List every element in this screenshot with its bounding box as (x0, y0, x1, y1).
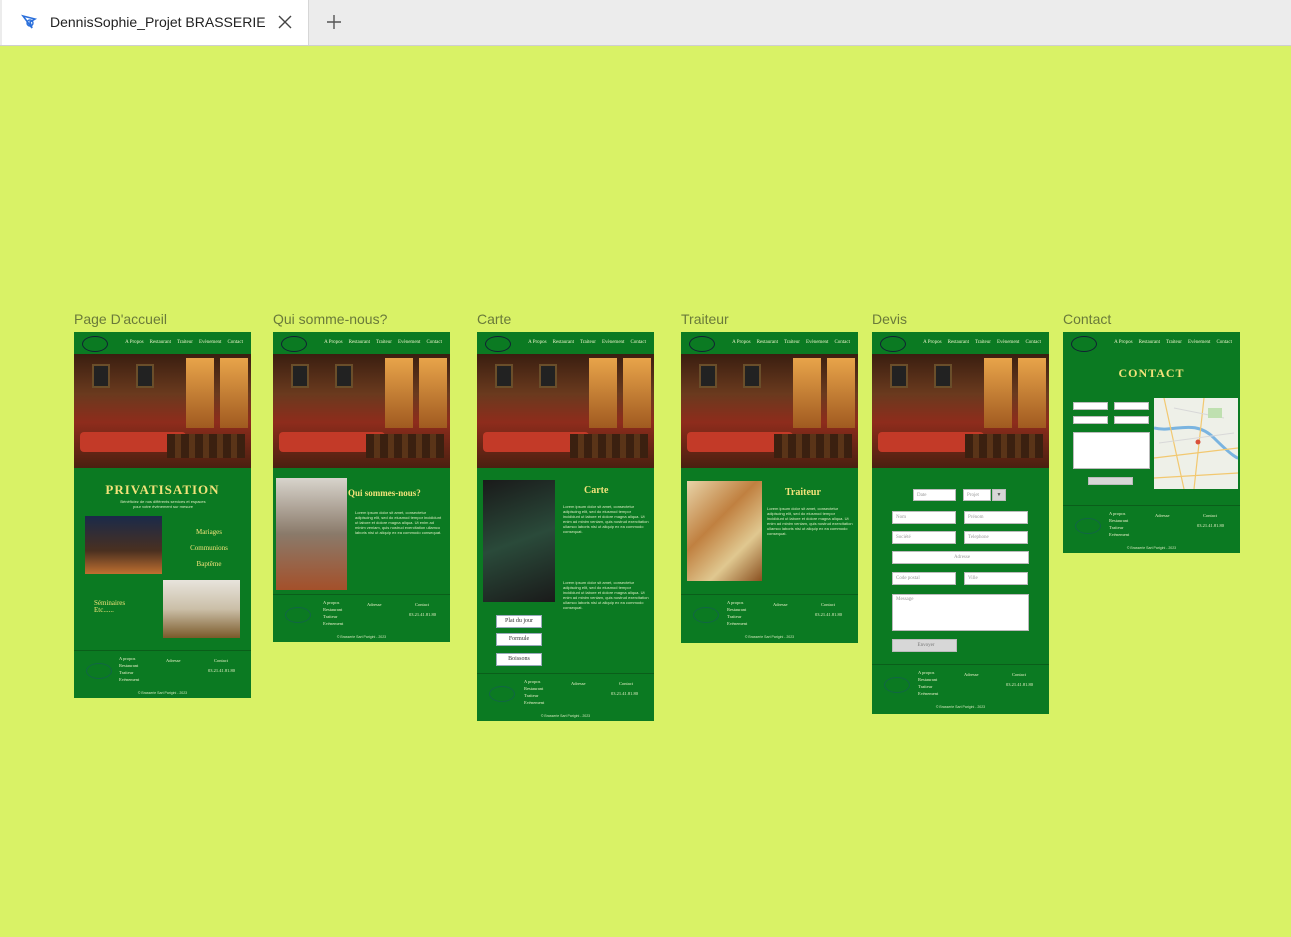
boissons-button[interactable]: Boissons (496, 653, 542, 666)
date-field[interactable]: Date (913, 489, 956, 501)
code-postal-field[interactable]: Code postal (892, 572, 956, 585)
browser-tab-bar: DennisSophie_Projet BRASSERIE (0, 0, 1291, 46)
nav-bar: A Propos Restaurant Traiteur Evènement Conta… (872, 332, 1049, 354)
envoyer-button[interactable]: Envoyer (892, 639, 957, 652)
frame-accueil[interactable]: A Propos Restaurant Traiteur Evènement Conta… (74, 332, 251, 698)
footer: A propos Restaurant Traiteur Evènement Adre… (477, 673, 654, 721)
logo (82, 336, 108, 352)
app-logo-icon (21, 14, 38, 29)
nav-bar: A Propos Restaurant Traiteur Evènement Conta… (477, 332, 654, 354)
footer: A propos Restaurant Traiteur Evènement Adre… (681, 594, 858, 643)
map-roads-icon (1153, 397, 1239, 490)
cocktail-menu-photo (483, 480, 555, 602)
frame-label-devis[interactable]: Devis (872, 311, 907, 327)
hero-image (872, 354, 1049, 468)
team-photo (276, 478, 347, 590)
societe-field[interactable]: Société (892, 531, 956, 544)
hero-title: PRIVATISATION (105, 482, 220, 497)
close-tab-icon[interactable] (276, 13, 294, 31)
frame-carte[interactable]: A Propos Restaurant Traiteur Evènement Conta… (477, 332, 654, 721)
frame-label-contact[interactable]: Contact (1063, 311, 1111, 327)
hero-image (681, 354, 858, 468)
chevron-down-icon[interactable]: ▼ (992, 489, 1006, 501)
services2-list: Séminaires Etc...... (94, 599, 126, 614)
footer: A propos Restaurant Traiteur Evènement Adre… (273, 594, 450, 642)
plat-du-jour-button[interactable]: Plat du jour (496, 615, 542, 628)
body-text: Lorem ipsum dolor sit amet, consectetur … (767, 506, 853, 536)
intro-text: Bénéficiez de nos différents services et… (120, 499, 206, 509)
night-terrace-photo (85, 516, 162, 574)
page-title: CONTACT (1118, 366, 1185, 380)
section-heading: Qui sommes-nous? (348, 488, 421, 498)
nav-bar: A Propos Restaurant Traiteur Evènement Conta… (74, 332, 251, 354)
buffet-photo (163, 580, 240, 638)
frame-label-traiteur[interactable]: Traiteur (681, 311, 729, 327)
prenom-field[interactable]: Prénom (964, 511, 1028, 524)
formule-button[interactable]: Formule (496, 633, 542, 646)
frame-label-accueil[interactable]: Page D'accueil (74, 311, 167, 327)
tab-title: DennisSophie_Projet BRASSERIE (50, 14, 266, 30)
body-text: Lorem ipsum dolor sit amet, consectetur … (355, 510, 442, 535)
adresse-field[interactable]: Adresse (892, 551, 1029, 564)
body-text: Lorem ipsum dolor sit amet, consectetur … (563, 504, 649, 534)
hero-image (273, 354, 450, 468)
contact-field-2[interactable] (1114, 402, 1149, 410)
section-heading: Traiteur (785, 487, 821, 498)
frame-qui[interactable]: A Propos Restaurant Traiteur Evènement Conta… (273, 332, 450, 642)
frame-devis[interactable]: A Propos Restaurant Traiteur Evènement Conta… (872, 332, 1049, 714)
hero-image (74, 354, 251, 468)
nom-field[interactable]: Nom (892, 511, 956, 524)
footer: A propos Restaurant Traiteur Evènement Adre… (1063, 505, 1240, 553)
services-list: Mariages Communions Baptême (190, 528, 228, 568)
ville-field[interactable]: Ville (964, 572, 1028, 585)
section-heading: Carte (584, 485, 609, 496)
message-field[interactable]: Message (892, 594, 1029, 631)
footer: A propos Restaurant Traiteur Evènement Adre… (872, 664, 1049, 713)
telephone-field[interactable]: Telephone (964, 531, 1028, 544)
projet-select[interactable]: Projet (963, 489, 991, 501)
nav-bar: A Propos Restaurant Traiteur Evènement Conta… (273, 332, 450, 354)
hero-image (477, 354, 654, 468)
contact-field-1[interactable] (1073, 402, 1108, 410)
nav-links: A Propos Restaurant Traiteur Evènement Conta… (125, 340, 243, 345)
frame-contact[interactable]: A Propos Restaurant Traiteur Evènement Conta… (1063, 332, 1240, 553)
footer: A propos Restaurant Traiteur Evènement Adre… (74, 650, 251, 698)
contact-submit-button[interactable] (1088, 477, 1133, 485)
frame-traiteur[interactable]: A Propos Restaurant Traiteur Evènement Conta… (681, 332, 858, 643)
nav-bar: A Propos Restaurant Traiteur Evènement Conta… (1063, 332, 1240, 354)
active-tab[interactable]: DennisSophie_Projet BRASSERIE (2, 0, 309, 45)
nav-bar: A Propos Restaurant Traiteur Evènement Conta… (681, 332, 858, 354)
catering-photo (687, 481, 762, 581)
frame-label-qui[interactable]: Qui somme-nous? (273, 311, 387, 327)
frame-label-carte[interactable]: Carte (477, 311, 511, 327)
contact-field-3[interactable] (1073, 416, 1108, 424)
contact-field-4[interactable] (1114, 416, 1149, 424)
new-tab-icon[interactable] (324, 12, 344, 32)
body-text-2: Lorem ipsum dolor sit amet, consectetur … (563, 580, 649, 610)
contact-message-field[interactable] (1073, 432, 1150, 469)
map[interactable] (1153, 397, 1239, 490)
